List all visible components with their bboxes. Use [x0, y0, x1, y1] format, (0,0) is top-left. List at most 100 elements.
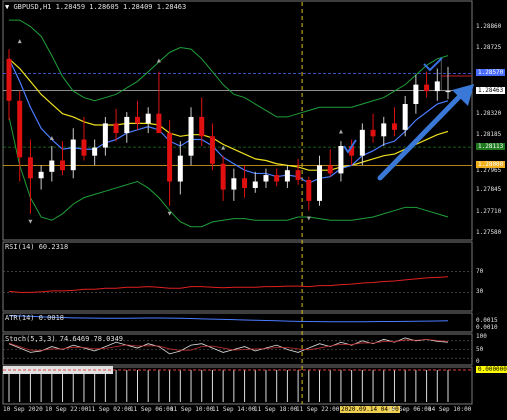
candle — [177, 141, 183, 195]
candle — [370, 113, 376, 143]
fractal-down-arrow — [306, 216, 311, 221]
candle — [338, 141, 344, 182]
candle-body — [6, 58, 12, 101]
bottom-axis-value: 0.000000 — [476, 366, 507, 373]
candle — [263, 168, 269, 188]
candle — [199, 97, 205, 146]
candle — [284, 165, 290, 188]
time-axis-label: 10 Sep 2020 — [3, 406, 43, 413]
stoch-label: Stoch(5,3,3) 74.6469 78.0349 — [5, 335, 124, 343]
candle — [209, 123, 215, 171]
candle-body — [49, 160, 55, 172]
candle — [295, 158, 301, 185]
candle-body — [156, 113, 162, 134]
candle-body — [134, 116, 140, 124]
fractal-down-arrow — [28, 219, 33, 224]
candle — [220, 155, 226, 201]
candle — [188, 107, 194, 166]
candle-body — [70, 139, 76, 171]
candle — [424, 71, 430, 98]
rsi-line — [8, 276, 449, 293]
candle-body — [145, 113, 151, 124]
time-axis-label: 11 Sep 10:00 — [170, 406, 214, 413]
candle-body — [102, 123, 108, 148]
candle-body — [124, 116, 130, 134]
candle — [134, 100, 140, 130]
price-tag: 1.28000 — [476, 161, 506, 169]
candle — [252, 171, 258, 193]
candle-body — [17, 100, 23, 158]
candle — [38, 165, 44, 190]
candle — [359, 123, 365, 166]
candle — [413, 74, 419, 114]
symbol-label: ▼ GBPUSD,H1 1.28459 1.28605 1.28409 1.28… — [5, 3, 187, 11]
candle-body — [231, 178, 237, 190]
candle-body — [113, 123, 119, 134]
time-axis-label: 11 Sep 02:00 — [88, 406, 132, 413]
stoch-level-label: 100 — [476, 333, 487, 340]
price-tick-label: 1.28725 — [476, 44, 502, 52]
panel-frame-2 — [2, 312, 473, 333]
candle-body — [359, 129, 365, 156]
candle-body — [27, 157, 33, 179]
candle — [306, 176, 312, 211]
price-tick-label: 1.28185 — [476, 131, 502, 139]
time-axis-label: 14 Sep 06:00 — [388, 406, 432, 413]
candle-body — [274, 175, 280, 182]
price-tag: 1.28463 — [476, 86, 506, 94]
candle-body — [445, 91, 451, 93]
candle-body — [220, 163, 226, 190]
atr-line — [8, 315, 449, 323]
time-axis-label: 11 Sep 06:00 — [130, 406, 174, 413]
candle — [113, 108, 119, 142]
candle-body — [284, 170, 290, 182]
candle — [17, 91, 23, 182]
candle — [81, 116, 87, 161]
candle — [27, 139, 33, 214]
fractal-up-arrow — [338, 129, 343, 134]
checkmark-icon — [423, 57, 443, 72]
candle-body — [413, 84, 419, 105]
candle — [70, 128, 76, 179]
candle — [124, 112, 130, 143]
candle — [49, 145, 55, 182]
candle-body — [338, 145, 344, 174]
time-axis-label: 11 Sep 14:00 — [212, 406, 256, 413]
candle-body — [263, 175, 269, 182]
atr-label: ATR(14) 0.0018 — [5, 314, 65, 322]
price-tick-label: 1.27845 — [476, 186, 502, 194]
fractal-up-arrow — [17, 39, 22, 44]
price-tick-label: 1.27710 — [476, 208, 502, 216]
candle — [381, 116, 387, 146]
fractal-up-arrow — [221, 145, 226, 150]
candle — [156, 71, 162, 134]
candle — [231, 168, 237, 201]
candle — [6, 49, 12, 121]
candle-body — [199, 116, 205, 137]
price-tick-label: 1.28860 — [476, 22, 502, 30]
candle-body — [92, 147, 98, 156]
price-tick-label: 1.27580 — [476, 229, 502, 237]
candle — [145, 107, 151, 134]
candle-body — [391, 123, 397, 130]
price-tag: 1.28113 — [476, 143, 506, 151]
candle-body — [209, 136, 215, 164]
time-axis-label: 11 Sep 18:00 — [254, 406, 298, 413]
candle-body — [81, 139, 87, 156]
candle-body — [434, 81, 440, 92]
candle-body — [381, 123, 387, 137]
bollinger-upper-line — [9, 19, 449, 118]
candle-body — [424, 84, 430, 92]
candle-body — [317, 165, 323, 201]
candle — [317, 155, 323, 206]
candle — [327, 149, 333, 177]
stoch-level-label: 0 — [476, 358, 480, 365]
price-tag: 1.28570 — [476, 69, 506, 77]
rsi-level-label: 30 — [476, 288, 484, 296]
candle-body — [252, 181, 258, 188]
candle — [445, 66, 451, 100]
atr-level-label: 0.0010 — [476, 324, 498, 332]
atr-level-label: 0.0015 — [476, 317, 498, 325]
candle — [60, 141, 66, 176]
candle-body — [242, 178, 248, 188]
